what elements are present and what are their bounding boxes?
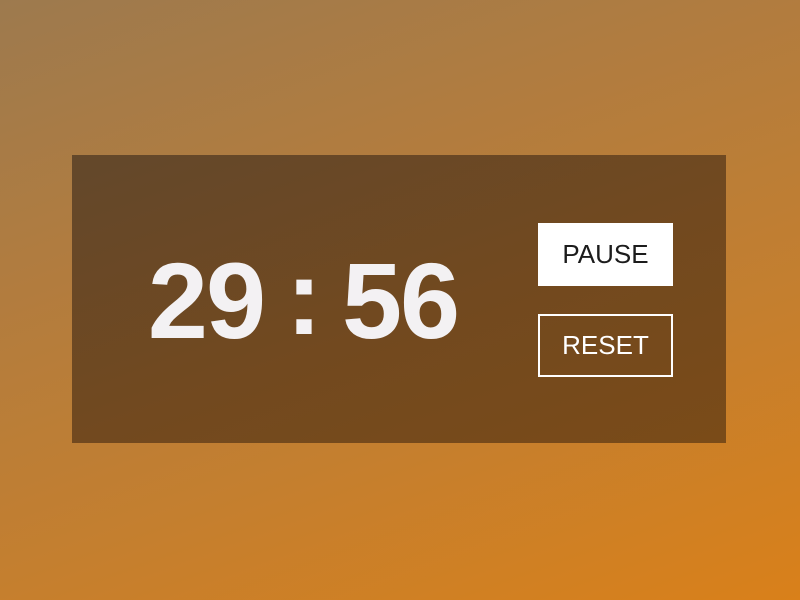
- timer-controls: PAUSE RESET: [538, 223, 673, 377]
- minutes-value: 29: [147, 240, 266, 361]
- reset-button[interactable]: RESET: [538, 314, 673, 377]
- timer-panel: 29 : 56 PAUSE RESET: [72, 155, 726, 443]
- time-separator: :: [286, 236, 322, 357]
- time-display: 29 : 56: [144, 243, 462, 355]
- pause-button[interactable]: PAUSE: [538, 223, 673, 286]
- seconds-value: 56: [341, 240, 460, 361]
